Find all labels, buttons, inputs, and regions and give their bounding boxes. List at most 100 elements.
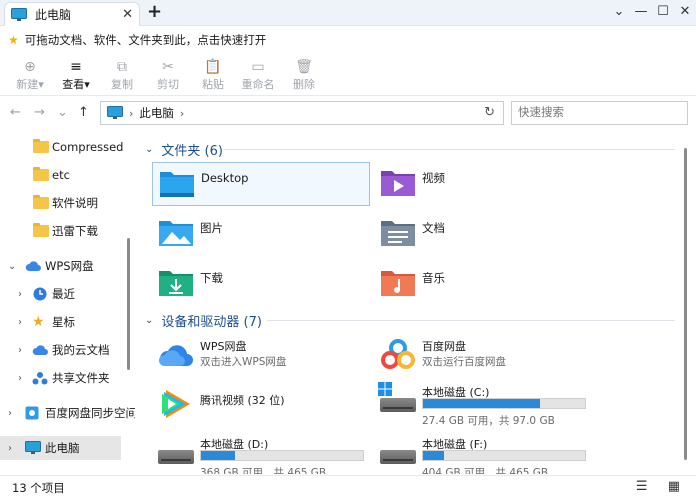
chevron-down-icon[interactable]: ⌄ [8,261,16,272]
chevron-down-icon: ⌄ [145,315,154,326]
breadcrumb-this-pc[interactable]: 此电脑 [139,105,174,121]
delete-button[interactable]: 🗑 删除 [284,58,324,92]
hard-drive-icon [158,450,194,464]
clipboard-icon: 📋 [204,59,222,75]
sidebar-item-compressed[interactable]: Compressed [0,135,135,159]
status-bar: 13 个项目 ☰ ▦ [0,475,696,498]
folder-icon [33,223,49,237]
hard-drive-icon [380,398,416,412]
folder-tile-downloads[interactable]: 下载 [152,262,370,306]
sidebar-item-baidu-sync[interactable]: › 百度网盘同步空间 [0,401,135,425]
list-icon: ≡ [70,59,82,75]
command-toolbar: ⊕ 新建▾ ≡ 查看▾ ⧉ 复制 ✂ 剪切 📋 粘贴 ▭ 重命名 🗑 删除 [0,54,696,96]
tab-close-icon[interactable]: ✕ [122,7,133,22]
device-drive-f[interactable]: 本地磁盘 (F:) 404 GB 可用，共 465 GB [374,432,592,474]
item-count: 13 个项目 [12,481,65,495]
star-icon: ★ [32,314,45,330]
hard-drive-icon [380,450,416,464]
device-wps-drive[interactable]: WPS网盘 双击进入WPS网盘 [152,334,370,384]
folder-tile-videos[interactable]: 视频 [374,162,592,206]
videos-folder-icon [381,171,415,196]
content-scrollbar[interactable] [684,148,687,460]
section-divider [223,149,675,150]
device-drive-d[interactable]: 本地磁盘 (D:) 368 GB 可用，共 465 GB [152,432,370,474]
maximize-button[interactable]: ☐ [652,0,674,26]
chevron-right-icon[interactable]: › [8,408,12,419]
device-baidu-drive[interactable]: 百度网盘 双击运行百度网盘 [374,334,592,384]
cloud-icon [25,261,41,271]
plus-circle-icon: ⊕ [24,59,36,75]
star-icon: ★ [8,32,19,47]
sidebar-item-etc[interactable]: etc [0,163,135,187]
folder-tile-music[interactable]: 音乐 [374,262,592,306]
drive-usage-bar [200,450,364,461]
device-tencent-video[interactable]: 腾讯视频 (32 位) [152,384,370,434]
documents-folder-icon [381,221,415,246]
scissors-icon: ✂ [162,59,174,75]
folder-icon [33,167,49,181]
quick-access-tip: ★ 可拖动文档、软件、文件夹到此，点击快速打开 [0,26,696,53]
navigation-pane: Compressed etc 软件说明 迅雷下载 ⌄ WPS网盘 › 最近 › … [0,130,135,474]
chevron-right-icon[interactable]: › [18,289,22,300]
folder-icon [33,195,49,209]
section-header-devices[interactable]: ⌄ 设备和驱动器 (7) [145,311,262,330]
close-window-button[interactable]: ✕ [674,0,696,26]
title-bar: 此电脑 ✕ + ⌄ — ☐ ✕ [0,0,696,26]
rename-button[interactable]: ▭ 重命名 [238,58,278,92]
pictures-folder-icon [159,221,193,246]
baidu-drive-icon [381,339,415,369]
monitor-icon [107,106,123,119]
copy-icon: ⧉ [117,59,127,75]
wps-cloud-icon [158,345,193,366]
forward-button[interactable]: → [34,105,45,120]
chevron-right-icon[interactable]: › [18,345,22,356]
section-divider [267,320,675,321]
sidebar-item-recent[interactable]: › 最近 [0,282,135,306]
sidebar-item-shared-folder[interactable]: › 共享文件夹 [0,366,135,390]
clock-icon [33,287,47,301]
breadcrumb-separator-icon[interactable]: › [129,107,133,120]
sidebar-item-xunlei-downloads[interactable]: 迅雷下载 [0,219,135,243]
sidebar-item-this-pc[interactable]: › 此电脑 [0,436,121,460]
tab-this-pc[interactable]: 此电脑 ✕ [4,2,140,26]
folder-tile-documents[interactable]: 文档 [374,212,592,256]
downloads-folder-icon [159,271,193,296]
sidebar-scrollbar[interactable] [127,238,130,370]
device-drive-c[interactable]: 本地磁盘 (C:) 27.4 GB 可用，共 97.0 GB [374,380,592,430]
new-button[interactable]: ⊕ 新建▾ [10,58,50,92]
back-button[interactable]: ← [10,105,21,120]
content-pane: ⌄ 文件夹 (6) Desktop 视频 图片 文档 下载 音乐 ⌄ 设备和驱动… [137,130,689,474]
copy-button[interactable]: ⧉ 复制 [102,58,142,92]
monitor-icon [11,7,27,21]
view-button[interactable]: ≡ 查看▾ [56,58,96,92]
new-tab-button[interactable]: + [147,2,162,22]
minimize-button[interactable]: — [630,0,652,26]
sidebar-item-starred[interactable]: › ★ 星标 [0,310,135,334]
chevron-right-icon[interactable]: › [18,373,22,384]
dropdown-icon[interactable]: ⌄ [608,0,630,26]
cut-button[interactable]: ✂ 剪切 [148,58,188,92]
folder-tile-desktop[interactable]: Desktop [152,162,370,206]
folder-tile-pictures[interactable]: 图片 [152,212,370,256]
section-header-folders[interactable]: ⌄ 文件夹 (6) [145,140,223,159]
baidu-drive-icon [25,406,39,420]
view-mode-icons[interactable]: ☰ ▦ [636,479,688,494]
breadcrumb-separator-icon[interactable]: › [180,107,184,120]
address-bar[interactable]: › 此电脑 › ↻ [100,101,504,125]
cloud-icon [32,345,48,355]
chevron-right-icon[interactable]: › [8,443,12,454]
desktop-folder-icon [160,172,194,197]
recent-locations-chevron-icon[interactable]: ⌄ [57,105,68,120]
rename-icon: ▭ [251,59,265,75]
sidebar-item-software-notes[interactable]: 软件说明 [0,191,135,215]
refresh-icon[interactable]: ↻ [484,105,495,120]
drive-usage-bar [422,450,586,461]
folder-icon [33,139,49,153]
sidebar-item-my-cloud-docs[interactable]: › 我的云文档 [0,338,135,362]
sidebar-item-wps-drive[interactable]: ⌄ WPS网盘 [0,254,135,278]
chevron-right-icon[interactable]: › [18,317,22,328]
paste-button[interactable]: 📋 粘贴 [193,58,233,92]
search-input[interactable] [511,101,688,125]
monitor-icon [25,441,41,454]
up-button[interactable]: ↑ [78,105,89,120]
